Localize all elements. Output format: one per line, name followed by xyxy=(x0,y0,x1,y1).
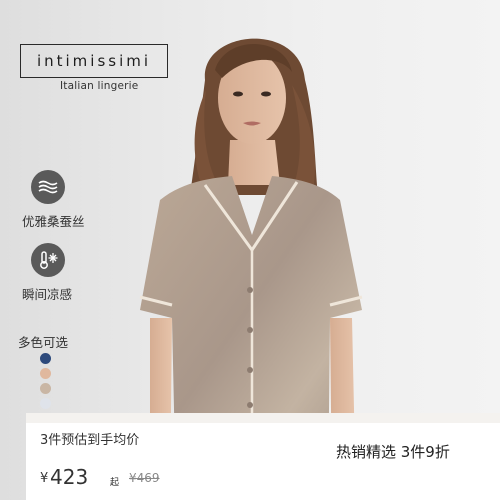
promo-discount-text: 热销精选 3件9折 xyxy=(336,443,450,461)
color-swatch-light-blue[interactable] xyxy=(40,398,51,409)
brand-tagline: Italian lingerie xyxy=(60,80,139,92)
currency-symbol: ¥ xyxy=(40,471,49,486)
silk-waves-icon xyxy=(31,170,65,204)
brand-logo: intimissimi xyxy=(20,44,168,78)
promo-bar[interactable]: 3件预估到手均价 ¥ 423 起 ¥469 热销精选 3件9折 xyxy=(26,413,500,500)
price-unit: 起 xyxy=(110,478,120,488)
promo-band xyxy=(26,413,500,423)
original-price: ¥469 xyxy=(129,471,160,485)
promo-price-title: 3件预估到手均价 xyxy=(40,433,140,448)
feature-label: 瞬间凉感 xyxy=(22,287,73,302)
current-price: 423 xyxy=(50,465,89,489)
feature-label: 优雅桑蚕丝 xyxy=(22,214,85,229)
feature-cooling: 瞬间凉感 xyxy=(22,243,72,303)
cooling-thermometer-icon xyxy=(31,243,65,277)
feature-silk: 优雅桑蚕丝 xyxy=(22,170,85,230)
color-swatch-navy[interactable] xyxy=(40,353,51,364)
colors-title: 多色可选 xyxy=(18,335,69,350)
product-banner: intimissimi Italian lingerie 优雅桑蚕丝 瞬间凉感 … xyxy=(0,0,500,500)
color-swatch-peach[interactable] xyxy=(40,368,51,379)
brand-name: intimissimi xyxy=(36,52,152,70)
color-swatch-taupe[interactable] xyxy=(40,383,51,394)
